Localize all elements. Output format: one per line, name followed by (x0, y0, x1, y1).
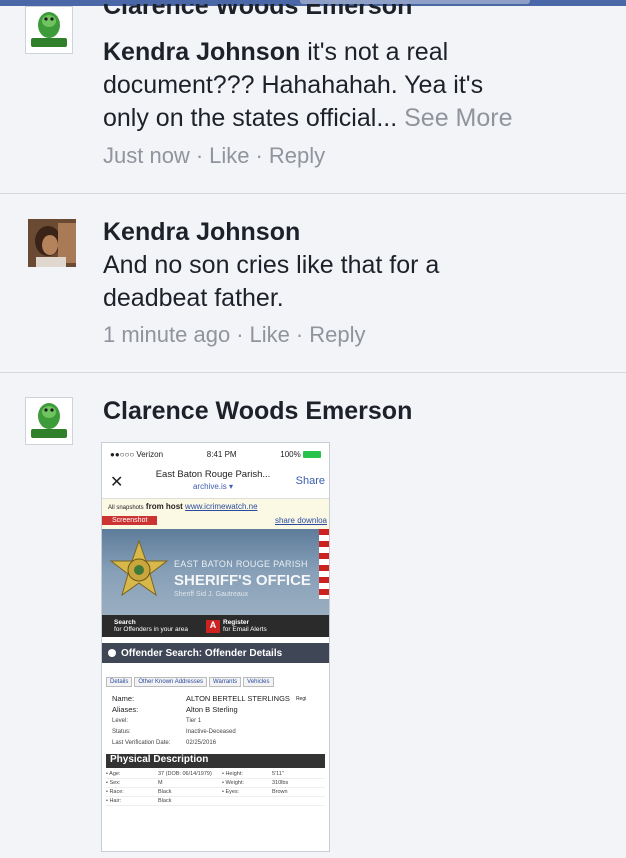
sheriff-banner: EAST BATON ROUGE PARISH SHERIFF'S OFFICE… (102, 529, 329, 637)
reply-button[interactable]: Reply (309, 322, 365, 347)
offender-details: Name: ALTON BERTELL STERLINGS Regi Aliases… (112, 694, 307, 746)
comment-meta: 1 minute ago · Like · Reply (103, 322, 366, 347)
divider (0, 193, 626, 194)
like-button[interactable]: Like (209, 143, 249, 168)
flag-icon (319, 529, 329, 599)
warning-icon: A (206, 619, 220, 633)
offender-heading: Offender Search: Offender Details (102, 643, 329, 663)
comment-text: And no son cries like that for a deadbea… (103, 251, 440, 312)
timestamp: Just now (103, 143, 190, 168)
like-button[interactable]: Like (250, 322, 290, 347)
offender-tabs: Details Other Known Addresses Warrants V… (106, 677, 325, 687)
attached-screenshot[interactable]: ●●○○○ Verizon 8:41 PM 100% ✕ East Baton … (101, 442, 330, 852)
comment-meta: Just now · Like · Reply (103, 143, 326, 168)
reply-button[interactable]: Reply (269, 143, 325, 168)
avatar[interactable] (25, 6, 73, 54)
divider (0, 372, 626, 373)
browser-nav: ✕ East Baton Rouge Parish... archive.is … (102, 465, 329, 499)
sheriff-badge-icon (109, 539, 169, 597)
profile-photo-icon (28, 219, 76, 267)
comment-author[interactable]: Clarence Woods Emerson (103, 397, 412, 426)
comment-text: Kendra Johnson it's not a real document?… (103, 38, 513, 132)
snapshot-bar: All snapshots from host www.icrimewatch.… (102, 499, 329, 529)
comment-author[interactable]: Clarence Woods Emerson (103, 4, 412, 20)
physical-table: • Age: 37 (DOB: 06/14/1979) • Height: 5'11"… (106, 770, 325, 806)
comment-author[interactable]: Kendra Johnson (103, 218, 300, 247)
search-register-strip: Search for Offenders in your area A Regis… (102, 615, 329, 637)
turtleboy-logo-icon (26, 7, 72, 53)
see-more-link[interactable]: See More (404, 104, 512, 132)
phone-status-bar: ●●○○○ Verizon 8:41 PM 100% (102, 443, 329, 465)
info-icon (108, 649, 116, 657)
close-icon: ✕ (110, 474, 124, 491)
timestamp: 1 minute ago (103, 322, 231, 347)
mention-link[interactable]: Kendra Johnson (103, 38, 300, 66)
battery-icon (302, 450, 321, 458)
turtleboy-logo-icon (26, 398, 72, 444)
avatar[interactable] (28, 219, 76, 267)
avatar[interactable] (25, 397, 73, 445)
physical-description-heading: Physical Description (106, 754, 325, 768)
